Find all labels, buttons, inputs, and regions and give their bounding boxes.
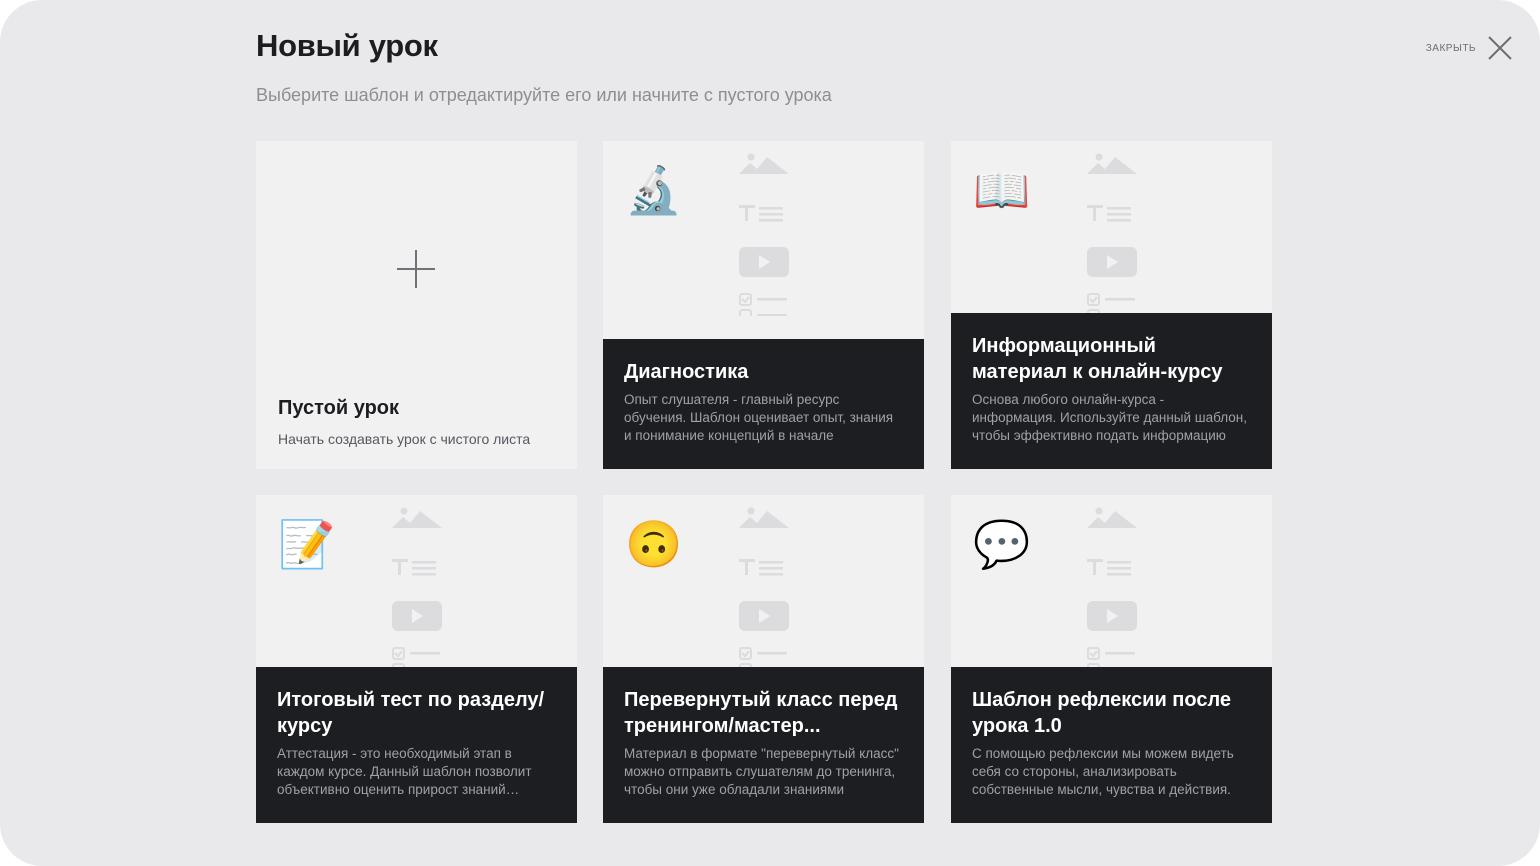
card-description: Опыт слушателя - главный ресурс обучения…	[624, 392, 894, 443]
template-preview-icon	[739, 153, 789, 316]
template-card-reflection[interactable]: 💬 Шаблон рефлексии после урока 1.0 С пом…	[951, 495, 1272, 823]
template-card-info-material[interactable]: 📖 Информационный материал к онлайн-курсу…	[951, 141, 1272, 469]
template-card-diagnostics[interactable]: 🔬 Диагностика Опыт слушателя - главный р…	[603, 141, 924, 469]
template-preview-icon	[1087, 153, 1137, 316]
card-title: Итоговый тест по разделу/курсу	[277, 689, 545, 737]
card-info: Информационный материал к онлайн-курсу О…	[951, 313, 1272, 469]
card-title: Пустой урок	[278, 397, 400, 419]
speech-balloon-icon: 💬	[973, 518, 1031, 570]
close-button[interactable]: ЗАКРЫТЬ	[1418, 30, 1514, 66]
card-info: Шаблон рефлексии после урока 1.0 С помощ…	[951, 667, 1272, 823]
template-card-final-test[interactable]: 📝 Итоговый тест по разделу/курсу Аттеста…	[256, 495, 577, 823]
template-card-empty[interactable]: Пустой урок Начать создавать урок с чист…	[256, 141, 577, 469]
card-info: Перевернутый класс перед тренингом/масте…	[603, 667, 924, 823]
template-preview-icon	[739, 507, 789, 670]
page-title: Новый урок	[256, 28, 438, 63]
card-info: Итоговый тест по разделу/курсу Аттестаци…	[256, 667, 577, 823]
card-description: Материал в формате "перевернутый класс" …	[624, 746, 899, 797]
card-description: Основа любого онлайн-курса - информация.…	[972, 392, 1247, 443]
card-description: С помощью рефлексии мы можем видеть себя…	[972, 746, 1234, 797]
upside-down-face-icon: 🙃	[625, 518, 683, 570]
template-preview-icon	[392, 507, 442, 670]
microscope-icon: 🔬	[625, 164, 683, 216]
page-subtitle: Выберите шаблон и отредактируйте его или…	[256, 85, 832, 105]
card-description: Аттестация - это необходимый этап в кажд…	[277, 746, 532, 797]
card-description: Начать создавать урок с чистого листа	[278, 431, 531, 447]
card-title: Шаблон рефлексии после урока 1.0	[972, 689, 1232, 737]
close-label: ЗАКРЫТЬ	[1425, 42, 1476, 54]
template-card-flipped-class[interactable]: 🙃 Перевернутый класс перед тренингом/мас…	[603, 495, 924, 823]
template-preview-icon	[1087, 507, 1137, 670]
card-title: Диагностика	[624, 361, 749, 383]
memo-icon: 📝	[278, 518, 336, 570]
open-book-icon: 📖	[973, 164, 1031, 216]
close-icon	[1488, 36, 1512, 60]
plus-icon	[397, 250, 435, 288]
new-lesson-modal: Новый урок Выберите шаблон и отредактиру…	[0, 0, 1540, 866]
card-title: Информационный материал к онлайн-курсу	[972, 335, 1223, 383]
card-info: Диагностика Опыт слушателя - главный рес…	[603, 339, 924, 469]
card-title: Перевернутый класс перед тренингом/масте…	[624, 689, 898, 737]
